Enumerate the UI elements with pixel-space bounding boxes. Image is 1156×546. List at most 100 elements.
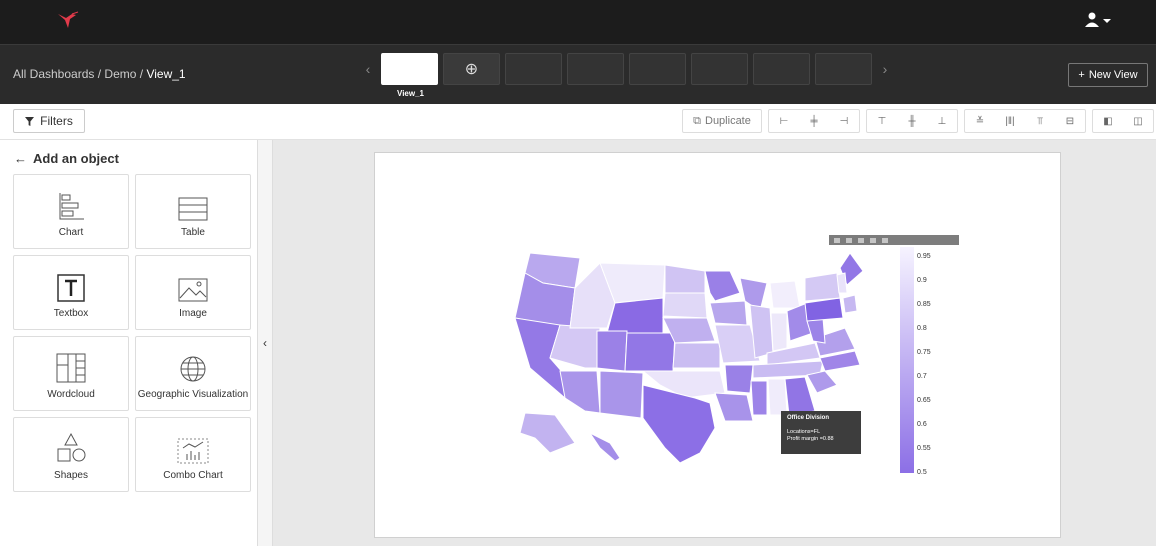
filters-button[interactable]: Filters: [13, 109, 85, 133]
bring-front-icon[interactable]: ◧: [1093, 110, 1123, 132]
new-view-button[interactable]: + New View: [1068, 63, 1148, 87]
breadcrumb-current: View_1: [146, 67, 186, 81]
copy-icon: ⧉: [693, 114, 701, 127]
colorscale-tick: 0.85: [917, 301, 931, 308]
state-nh: [836, 272, 848, 294]
view-thumbnail[interactable]: [815, 53, 872, 85]
align-top-icon[interactable]: ⊤: [867, 110, 897, 132]
colorscale-tick: 0.5: [917, 469, 927, 476]
colorscale-tick: 0.55: [917, 445, 931, 452]
colorscale-tick: 0.65: [917, 397, 931, 404]
card-label: Combo Chart: [163, 470, 223, 481]
plus-circle-icon: ⊕: [464, 61, 479, 78]
state-ny: [804, 272, 841, 302]
colorscale-bar: [900, 247, 914, 473]
filters-label: Filters: [40, 114, 73, 128]
card-label: Shapes: [54, 470, 88, 481]
add-geographic-visualization-card[interactable]: Geographic Visualization: [135, 336, 251, 411]
chart-icon: [59, 193, 84, 220]
state-nm: [599, 370, 644, 419]
next-view-arrow-icon[interactable]: ›: [877, 53, 893, 85]
add-table-card[interactable]: Table: [135, 174, 251, 249]
card-label: Chart: [58, 227, 84, 238]
state-wv: [806, 317, 826, 344]
breadcrumb-demo[interactable]: Demo: [104, 67, 136, 81]
breadcrumb-all-dashboards[interactable]: All Dashboards: [13, 67, 94, 81]
back-arrow-icon[interactable]: ←: [14, 151, 27, 166]
state-sc: [806, 370, 838, 394]
user-menu[interactable]: [1084, 12, 1112, 30]
state-al: [767, 378, 788, 416]
card-label: Geographic Visualization: [137, 389, 249, 400]
colorscale-tick: 0.95: [917, 253, 931, 260]
globe-icon: [180, 356, 206, 382]
table-icon: [178, 197, 208, 221]
send-back-icon[interactable]: ◫: [1123, 110, 1153, 132]
add-chart-card[interactable]: Chart: [13, 174, 129, 249]
map-tooltip: Office Division Locations=FL Profit marg…: [781, 411, 861, 454]
state-ia: [709, 300, 748, 326]
combo-chart-icon: [177, 438, 209, 464]
caret-down-icon: [1103, 19, 1111, 23]
plus-icon: +: [1078, 69, 1085, 81]
duplicate-label: Duplicate: [705, 115, 751, 127]
state-sd: [662, 292, 708, 319]
dashboard-page: 0.95 0.9 0.85 0.8 0.75 0.7 0.65 0.6 0.55…: [374, 152, 1061, 538]
view-thumbnail[interactable]: [505, 53, 562, 85]
panel-title: ← Add an object: [14, 151, 119, 166]
new-view-label: New View: [1088, 69, 1138, 81]
panel-title-text: Add an object: [33, 151, 119, 166]
align-middle-icon[interactable]: ╫: [897, 110, 927, 132]
colorscale-tick: 0.9: [917, 277, 927, 284]
card-label: Image: [179, 308, 207, 319]
view-thumbnail-active[interactable]: View_1: [381, 53, 438, 98]
us-choropleth-map[interactable]: [375, 153, 1062, 539]
state-nd: [664, 264, 706, 294]
space-horizontal-icon[interactable]: ⊟: [1055, 110, 1085, 132]
state-ak: [519, 412, 576, 454]
state-tx: [642, 384, 716, 464]
add-object-panel: ← Add an object Chart Table Textbox Imag…: [0, 140, 258, 546]
add-view-button[interactable]: ⊕: [443, 53, 500, 85]
state-la: [714, 392, 754, 422]
breadcrumb: All Dashboards / Demo / View_1: [13, 67, 186, 81]
colorscale-tick: 0.75: [917, 349, 931, 356]
state-mi: [769, 280, 801, 309]
space-vertical-icon[interactable]: ⫪: [1025, 110, 1055, 132]
state-ut: [596, 330, 628, 372]
distribute-vertical-icon[interactable]: ≚: [965, 110, 995, 132]
state-in: [770, 312, 788, 352]
view-thumbnails: ‹ View_1 ⊕ ›: [360, 53, 893, 99]
view-thumbnail[interactable]: [753, 53, 810, 85]
duplicate-button[interactable]: ⧉ Duplicate: [683, 110, 761, 132]
add-combo-chart-card[interactable]: Combo Chart: [135, 417, 251, 492]
align-center-icon[interactable]: ╪: [799, 110, 829, 132]
align-right-icon[interactable]: ⊣: [829, 110, 859, 132]
wordcloud-icon: [56, 353, 86, 383]
view-thumbnail[interactable]: [629, 53, 686, 85]
align-left-icon[interactable]: ⊢: [769, 110, 799, 132]
filter-icon: [25, 116, 35, 126]
collapse-panel-button[interactable]: ‹: [258, 140, 273, 546]
add-textbox-card[interactable]: Textbox: [13, 255, 129, 330]
distribute-horizontal-icon[interactable]: |‖|: [995, 110, 1025, 132]
tooltip-line: Locations=FL: [787, 429, 821, 435]
prev-view-arrow-icon[interactable]: ‹: [360, 53, 376, 85]
hummingbird-logo-icon[interactable]: [56, 10, 80, 32]
view-bar: All Dashboards / Demo / View_1 ‹ View_1 …: [0, 44, 1156, 104]
state-co: [624, 332, 676, 372]
colorscale-tick: 0.8: [917, 325, 927, 332]
breadcrumb-separator: /: [139, 67, 144, 81]
state-ga: [784, 376, 816, 416]
add-shapes-card[interactable]: Shapes: [13, 417, 129, 492]
tooltip-title: Office Division: [787, 415, 830, 421]
view-thumbnail[interactable]: [691, 53, 748, 85]
align-bottom-icon[interactable]: ⊥: [927, 110, 957, 132]
shapes-icon: [57, 432, 86, 462]
dashboard-canvas: 0.95 0.9 0.85 0.8 0.75 0.7 0.65 0.6 0.55…: [273, 140, 1156, 546]
add-wordcloud-card[interactable]: Wordcloud: [13, 336, 129, 411]
add-image-card[interactable]: Image: [135, 255, 251, 330]
toolbar: Filters ⧉ Duplicate ⊢ ╪ ⊣ ⊤ ╫ ⊥ ≚ |‖| ⫪ ⊟…: [0, 104, 1156, 140]
view-thumbnail[interactable]: [567, 53, 624, 85]
state-hi: [588, 431, 621, 462]
